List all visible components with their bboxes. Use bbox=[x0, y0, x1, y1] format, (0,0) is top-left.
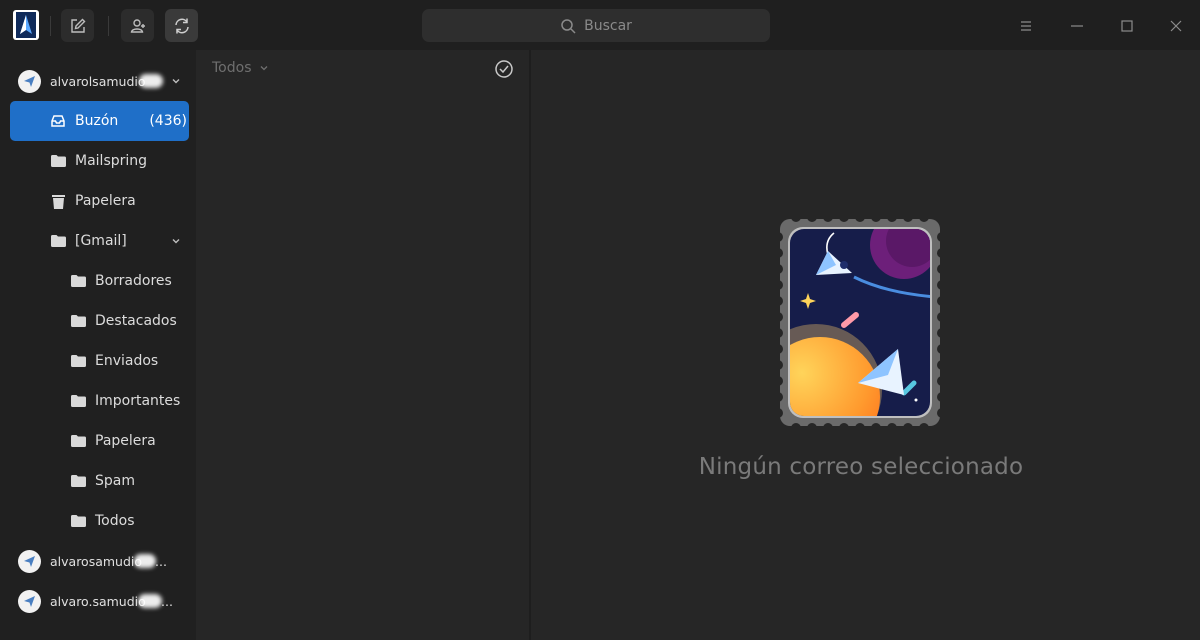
redacted-mark bbox=[138, 594, 162, 608]
folder-icon bbox=[70, 353, 86, 369]
trash-icon bbox=[50, 193, 66, 209]
folder-icon bbox=[70, 273, 86, 289]
sidebar-item-label: Spam bbox=[95, 473, 135, 489]
message-list: Todos bbox=[196, 50, 530, 640]
sidebar-item-label: [Gmail] bbox=[75, 233, 127, 249]
empty-state-message: Ningún correo seleccionado bbox=[698, 454, 1024, 480]
sidebar-item-label: Importantes bbox=[95, 393, 181, 409]
maximize-icon bbox=[1121, 20, 1133, 32]
inbox-icon bbox=[50, 113, 66, 129]
account-avatar bbox=[18, 69, 41, 93]
filter-label: Todos bbox=[212, 60, 252, 76]
sidebar-item-mailspring[interactable]: Mailspring bbox=[0, 141, 196, 181]
search-input[interactable]: Buscar bbox=[422, 9, 770, 42]
close-icon bbox=[1170, 20, 1182, 32]
menu-icon bbox=[1021, 21, 1031, 31]
contacts-button[interactable] bbox=[121, 9, 154, 42]
toolbar-divider bbox=[50, 16, 51, 36]
sidebar-item-label: Enviados bbox=[95, 353, 159, 369]
mailspring-logo-icon bbox=[13, 10, 39, 40]
close-button[interactable] bbox=[1164, 14, 1188, 38]
chevron-down-icon[interactable] bbox=[170, 235, 182, 247]
folder-icon bbox=[50, 153, 66, 169]
chevron-down-icon[interactable] bbox=[170, 75, 182, 87]
minimize-button[interactable] bbox=[1065, 14, 1089, 38]
title-bar: Buscar bbox=[0, 0, 1200, 50]
folder-icon bbox=[50, 233, 66, 249]
sidebar-item-label: Buzón bbox=[75, 113, 119, 129]
contacts-icon bbox=[130, 18, 145, 33]
send-icon bbox=[24, 555, 35, 567]
sidebar-item-label: Destacados bbox=[95, 313, 177, 329]
folder-icon bbox=[70, 393, 86, 409]
sidebar-item-trash[interactable]: Papelera bbox=[0, 181, 196, 221]
sidebar-item-inbox[interactable]: Buzón (436) bbox=[10, 101, 189, 141]
reading-pane: Ningún correo seleccionado bbox=[531, 50, 1200, 640]
sidebar-item-gmail-trash[interactable]: Papelera bbox=[0, 421, 196, 461]
account-row[interactable]: alvaro.samudio ... bbox=[0, 583, 196, 619]
sidebar-item-label: Todos bbox=[95, 513, 135, 529]
folder-icon bbox=[70, 473, 86, 489]
account-name: alvarosamudio bbox=[50, 553, 143, 569]
account-sidebar: alvarolsamudio Buzón (436) Mailspring Pa… bbox=[0, 50, 196, 640]
sync-button[interactable] bbox=[165, 9, 198, 42]
sidebar-item-important[interactable]: Importantes bbox=[0, 381, 196, 421]
account-avatar bbox=[18, 589, 41, 613]
sync-icon bbox=[174, 18, 189, 33]
sidebar-item-label: Borradores bbox=[95, 273, 172, 289]
redacted-mark bbox=[134, 554, 156, 568]
sidebar-item-gmail[interactable]: [Gmail] bbox=[0, 221, 196, 261]
compose-button[interactable] bbox=[61, 9, 94, 42]
redacted-mark bbox=[139, 74, 163, 88]
maximize-button[interactable] bbox=[1115, 14, 1139, 38]
sidebar-item-spam[interactable]: Spam bbox=[0, 461, 196, 501]
chevron-down-icon bbox=[261, 66, 268, 71]
select-all-icon[interactable] bbox=[494, 59, 514, 79]
sidebar-item-label: Papelera bbox=[95, 433, 156, 449]
sidebar-item-all-mail[interactable]: Todos bbox=[0, 501, 196, 541]
menu-button[interactable] bbox=[1014, 14, 1038, 38]
folder-icon bbox=[70, 513, 86, 529]
folder-icon bbox=[70, 433, 86, 449]
send-icon bbox=[24, 595, 35, 607]
toolbar-divider bbox=[108, 16, 109, 36]
sidebar-item-starred[interactable]: Destacados bbox=[0, 301, 196, 341]
search-placeholder: Buscar bbox=[584, 17, 632, 34]
sidebar-item-sent[interactable]: Enviados bbox=[0, 341, 196, 381]
sidebar-item-label: Papelera bbox=[75, 193, 136, 209]
minimize-icon bbox=[1071, 25, 1083, 27]
account-name: alvaro.samudio bbox=[50, 593, 146, 609]
account-row[interactable]: alvarolsamudio bbox=[0, 63, 196, 99]
search-icon bbox=[561, 18, 576, 34]
sidebar-item-drafts[interactable]: Borradores bbox=[0, 261, 196, 301]
account-name-ellipsis: ... bbox=[155, 553, 167, 569]
account-row[interactable]: alvarosamudio ... bbox=[0, 543, 196, 579]
compose-icon bbox=[70, 18, 85, 33]
unread-count: (436) bbox=[149, 113, 187, 129]
sidebar-item-label: Mailspring bbox=[75, 153, 148, 169]
folder-icon bbox=[70, 313, 86, 329]
send-icon bbox=[24, 75, 35, 87]
account-name-ellipsis: ... bbox=[161, 593, 173, 609]
filter-dropdown[interactable]: Todos bbox=[212, 60, 269, 76]
empty-stamp-illustration bbox=[776, 215, 944, 430]
account-name: alvarolsamudio bbox=[50, 73, 146, 89]
account-avatar bbox=[18, 549, 41, 573]
